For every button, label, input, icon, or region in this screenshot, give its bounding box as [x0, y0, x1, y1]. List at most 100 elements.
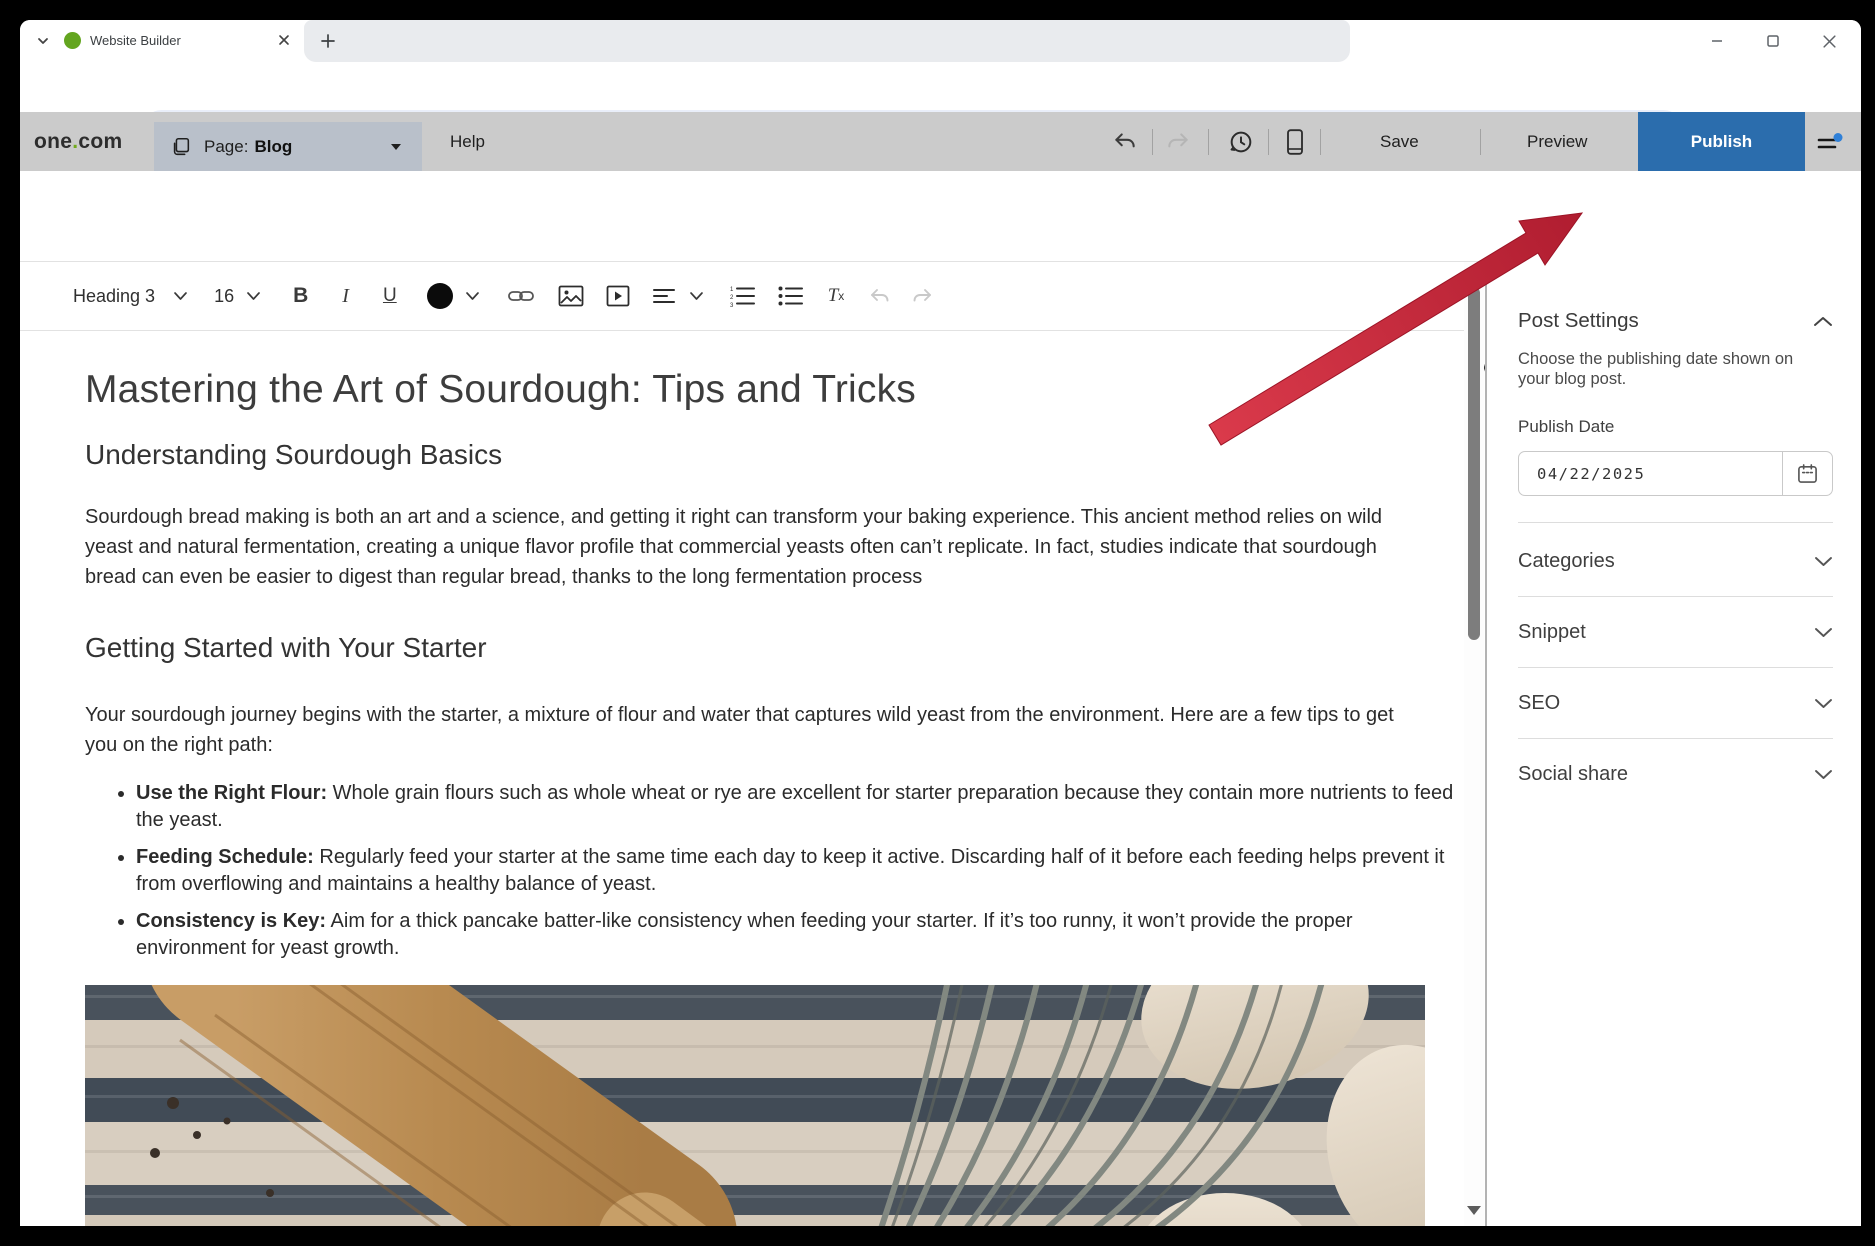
publish-date-label: Publish Date [1518, 417, 1833, 437]
chevron-down-icon [1814, 556, 1833, 567]
formatting-toolbar: Heading 3 16 B I U 123 Tx [20, 262, 1464, 331]
brand-tld: com [78, 130, 122, 154]
tab-title[interactable]: Website Builder [90, 33, 181, 48]
post-title[interactable]: Mastering the Art of Sourdough: Tips and… [85, 368, 916, 412]
scroll-down-arrow-icon[interactable] [1467, 1206, 1481, 1215]
chevron-down-icon[interactable] [246, 291, 261, 301]
bullet-list-button[interactable] [778, 285, 804, 307]
builder-toolbar: one.com Page: Blog Help Save Preview Pub… [20, 112, 1861, 171]
window-maximize-button[interactable] [1760, 30, 1786, 52]
calendar-icon [1797, 463, 1818, 484]
chevron-down-icon [36, 34, 50, 48]
insert-video-button[interactable] [606, 285, 630, 307]
chevron-down-icon [1814, 627, 1833, 638]
svg-text:1: 1 [730, 287, 734, 293]
new-tab-button[interactable] [316, 29, 340, 53]
brand-name: one [34, 130, 72, 154]
toolbar-redo-button[interactable] [1161, 112, 1195, 171]
ordered-list-button[interactable]: 123 [730, 285, 756, 307]
editor-redo-button[interactable] [910, 284, 934, 308]
chevron-down-icon[interactable] [465, 291, 480, 301]
tab-close-button[interactable] [274, 30, 294, 50]
chevron-down-icon[interactable] [689, 291, 704, 301]
editor-undo-button[interactable] [868, 284, 892, 308]
publish-date-field[interactable]: 04/22/2025 [1518, 451, 1833, 496]
clear-formatting-button[interactable]: Tx [828, 285, 845, 307]
align-left-icon [652, 287, 676, 305]
editor-header: Back Saved Preview Publish [20, 171, 1861, 261]
align-button[interactable] [652, 287, 676, 305]
section-label: Social share [1518, 763, 1628, 786]
paragraph[interactable]: Your sourdough journey begins with the s… [85, 700, 1430, 760]
section-heading[interactable]: Understanding Sourdough Basics [85, 439, 502, 471]
sidebar-section-seo[interactable]: SEO [1518, 668, 1833, 739]
scrollbar-thumb[interactable] [1468, 287, 1480, 640]
page-selector-label: Page: [204, 137, 248, 157]
tab-strip: Website Builder [20, 20, 1861, 62]
font-size-dropdown[interactable]: 16 [214, 286, 234, 307]
save-button[interactable]: Save [1380, 112, 1419, 171]
toolbar-undo-button[interactable] [1108, 112, 1142, 171]
divider [1518, 522, 1833, 523]
section-label: SEO [1518, 692, 1560, 715]
editor-canvas[interactable]: Mastering the Art of Sourdough: Tips and… [20, 332, 1464, 1226]
tab-search-button[interactable] [32, 30, 54, 52]
insert-image-button[interactable] [558, 285, 584, 307]
browser-toolbar: websitebuilder.one.com/editor [20, 62, 1861, 112]
svg-text:3: 3 [730, 303, 734, 307]
caret-down-icon [389, 142, 403, 152]
window-minimize-button[interactable] [1704, 30, 1730, 52]
window-close-button[interactable] [1816, 30, 1842, 52]
italic-button[interactable]: I [342, 285, 349, 308]
post-settings-header[interactable]: Post Settings [1518, 309, 1833, 333]
bullet-text: Whole grain flours such as whole wheat o… [136, 782, 1453, 831]
bullet-lead: Use the Right Flour: [136, 782, 327, 804]
browser-window: Website Builder [20, 20, 1861, 1226]
link-button[interactable] [508, 289, 534, 303]
publish-date-value[interactable]: 04/22/2025 [1519, 452, 1782, 495]
underline-button[interactable]: U [383, 285, 397, 307]
notifications-menu-button[interactable] [1813, 112, 1847, 171]
close-icon [278, 34, 290, 46]
list-item[interactable]: Consistency is Key: Aim for a thick panc… [136, 908, 1464, 962]
help-button[interactable]: Help [450, 112, 485, 171]
chevron-down-icon[interactable] [173, 291, 188, 301]
list-item[interactable]: Use the Right Flour: Whole grain flours … [136, 780, 1464, 834]
section-heading[interactable]: Getting Started with Your Starter [85, 632, 487, 664]
post-image[interactable] [85, 985, 1425, 1226]
preview-button[interactable]: Preview [1527, 112, 1587, 171]
page-selector-dropdown[interactable]: Page: Blog [154, 122, 422, 171]
scroll-up-arrow-icon[interactable] [1467, 273, 1481, 282]
image-icon [558, 285, 584, 307]
panel-description: Choose the publishing date shown on your… [1518, 349, 1823, 389]
tab-strip-background [304, 20, 1350, 62]
plus-icon [320, 33, 336, 49]
divider [1152, 129, 1153, 155]
clear-t: T [828, 285, 839, 307]
paragraph-style-dropdown[interactable]: Heading 3 [73, 286, 155, 307]
publish-toolbar-button[interactable]: Publish [1638, 112, 1805, 171]
sidebar-section-snippet[interactable]: Snippet [1518, 597, 1833, 668]
mobile-preview-button[interactable] [1278, 112, 1312, 171]
history-clock-icon [1227, 128, 1255, 156]
list-item[interactable]: Feeding Schedule: Regularly feed your st… [136, 844, 1464, 898]
redo-icon [1165, 129, 1191, 155]
bold-button[interactable]: B [293, 284, 308, 308]
chevron-up-icon [1813, 315, 1833, 327]
bullet-list[interactable]: Use the Right Flour: Whole grain flours … [85, 780, 1464, 972]
sidebar-section-social-share[interactable]: Social share [1518, 739, 1833, 809]
section-label: Snippet [1518, 621, 1586, 644]
maximize-icon [1766, 34, 1780, 48]
one-com-logo: one.com [34, 112, 122, 171]
tab-favicon [64, 32, 81, 49]
version-history-button[interactable] [1224, 112, 1258, 171]
calendar-button[interactable] [1782, 452, 1832, 495]
section-label: Categories [1518, 550, 1615, 573]
divider [1320, 129, 1321, 155]
text-color-swatch[interactable] [427, 283, 453, 309]
paragraph[interactable]: Sourdough bread making is both an art an… [85, 502, 1430, 592]
divider [1268, 129, 1269, 155]
sidebar-section-categories[interactable]: Categories [1518, 526, 1833, 597]
bullet-lead: Feeding Schedule: [136, 846, 314, 868]
mobile-phone-icon [1283, 128, 1307, 156]
